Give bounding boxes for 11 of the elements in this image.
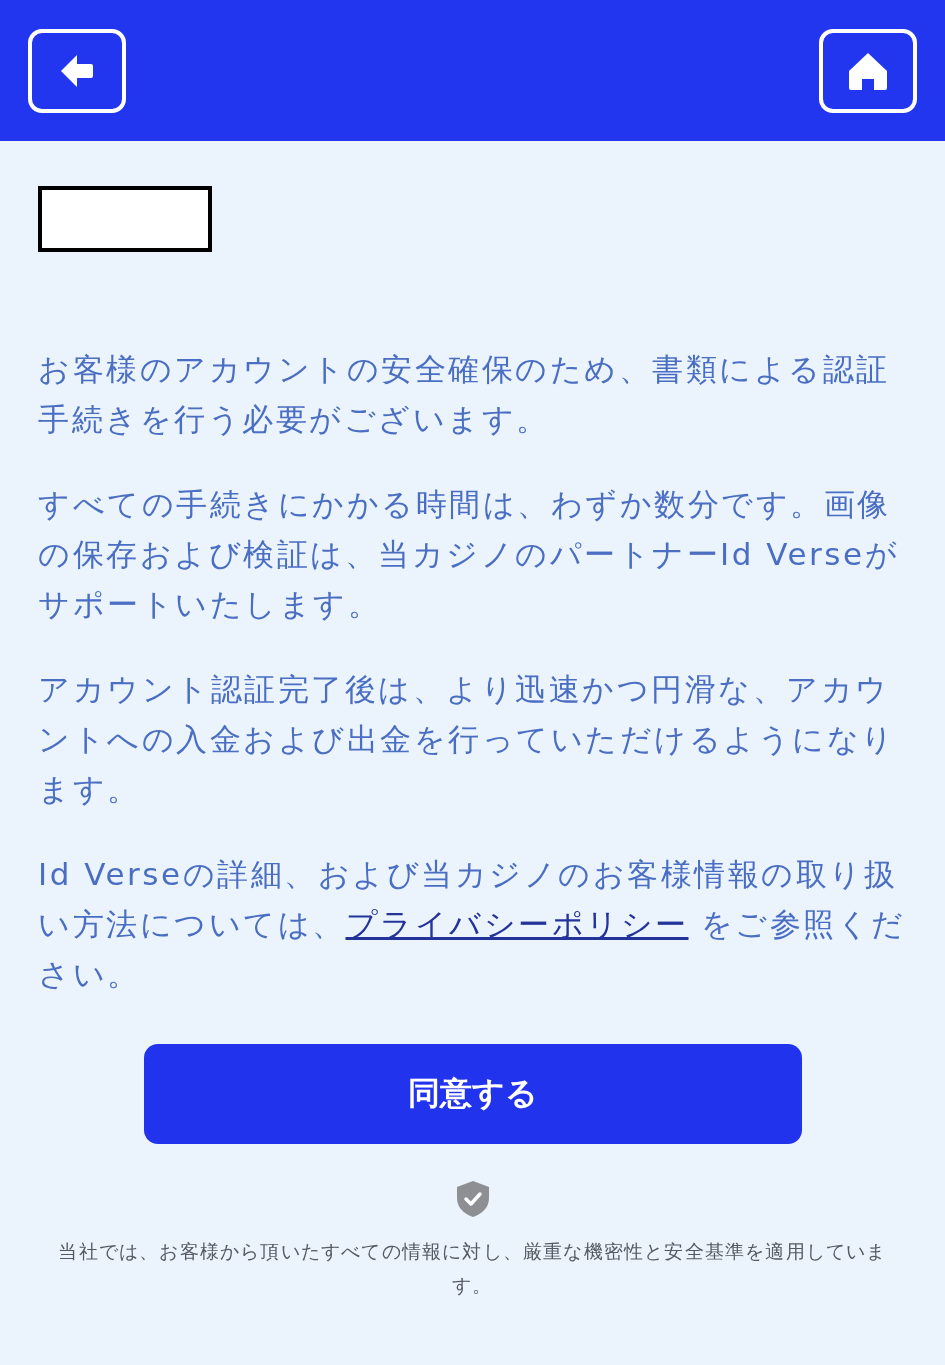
paragraph: お客様のアカウントの安全確保のため、書類による認証手続きを行う必要がございます。 [38,350,891,439]
home-icon [847,50,889,91]
security-note: 当社では、お客様から頂いたすべての情報に対し、厳重な機密性と安全基準を適用しています。 [57,1239,888,1298]
paragraph: すべての手続きにかかる時間は、わずか数分です。画像の保存および検証は、当カジノのパートナーId Verseがサポートいたします。 [38,485,900,624]
shield-check-icon [455,1180,490,1218]
back-button[interactable] [28,28,126,113]
paragraph: Id Verseの詳細、および当カジノのお客様情報の取り扱い方法については、プライバシーポリシー をご参照ください。 [38,855,907,994]
privacy-policy-link[interactable]: プライバシーポリシー [345,906,689,942]
home-button[interactable] [819,28,917,113]
paragraph: アカウント認証完了後は、より迅速かつ円滑な、アカウントへの入金および出金を行っていただけるようになります。 [38,670,897,809]
agree-button[interactable]: 同意する [143,1044,802,1144]
